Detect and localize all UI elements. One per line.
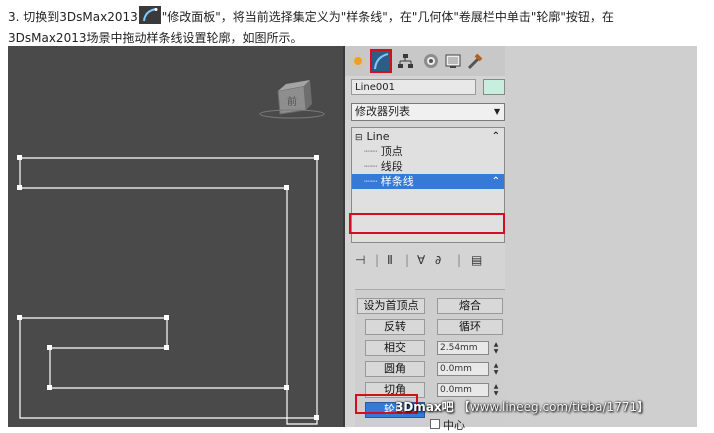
watermark: 3Dmax吧 【www.lineeg.com/tieba/1771】 [395, 398, 649, 415]
spinner-arrows-icon[interactable]: ▲ ▼ [492, 383, 500, 397]
motion-tab-icon[interactable] [422, 51, 440, 71]
tree-line-icon: ┈┈ [364, 175, 378, 188]
watermark-url: 【www.lineeg.com/tieba/1771】 [457, 400, 650, 414]
make-first-vertex-button[interactable]: 设为首顶点 [357, 298, 425, 314]
stack-item-line[interactable]: ⊟ Line ⌃ [352, 129, 504, 144]
fuse-button[interactable]: 熔合 [437, 298, 503, 314]
command-panel-tabs [345, 46, 505, 76]
tree-line-icon: ┈┈ [364, 160, 378, 173]
stack-item-spline[interactable]: ┈┈ 样条线 ⌃ [352, 174, 504, 189]
hierarchy-tab-icon[interactable] [396, 51, 414, 71]
make-unique-icon[interactable]: ∀ [417, 253, 425, 267]
pin-stack-indicator-icon: ⌃ [491, 131, 500, 142]
stack-item-spline-label: 样条线 [380, 175, 414, 188]
center-checkbox-row[interactable]: 中心 [430, 417, 465, 433]
cycle-button[interactable]: 循环 [437, 319, 503, 335]
spline-selection-highlight [349, 213, 505, 234]
separator-icon: | [375, 253, 380, 267]
separator-icon: | [405, 253, 410, 267]
chevron-down-icon: ▼ [494, 107, 501, 116]
instruction-part2: "修改面板"，将当前选择集定义为"样条线"，在"几何体"卷展栏中单击"轮廓"按钮… [161, 10, 614, 24]
intersect-button[interactable]: 相交 [365, 340, 425, 356]
separator-icon: | [457, 253, 462, 267]
chamfer-spinner[interactable]: 0.0mm [437, 383, 489, 397]
command-panel: Line001 修改器列表 ▼ ⊟ Line ⌃ ┈┈ 顶点 ┈┈ 线段 ┈┈ 样… [345, 46, 505, 427]
max-screenshot: 前 Line001 修改器列表 ▼ ⊟ Line ⌃ ┈┈ 顶点 ┈┈ 线段 ┈… [8, 46, 697, 427]
instruction-text: 3. 切换到3DsMax2013 "修改面板"，将当前选择集定义为"样条线"，在"… [8, 6, 708, 49]
modify-tab-icon[interactable] [370, 49, 392, 73]
fillet-button[interactable]: 圆角 [365, 361, 425, 377]
reverse-button[interactable]: 反转 [365, 319, 425, 335]
tree-line-icon: ┈┈ [364, 145, 378, 158]
modifier-list-dropdown[interactable]: 修改器列表 ▼ [351, 103, 505, 121]
utilities-tab-icon[interactable] [466, 51, 484, 71]
viewcube-label: 前 [287, 95, 297, 108]
center-checkbox-label: 中心 [443, 419, 465, 432]
modifier-list-label: 修改器列表 [355, 105, 410, 118]
spline-outline-inner [19, 318, 317, 419]
fillet-spinner[interactable]: 0.0mm [437, 362, 489, 376]
remove-modifier-icon[interactable]: ∂ [435, 253, 441, 267]
stack-item-vertex[interactable]: ┈┈ 顶点 [352, 144, 504, 159]
instruction-part1: 3. 切换到3DsMax2013 [8, 10, 138, 24]
instruction-line2: 3DsMax2013场景中拖动样条线设置轮廓，如图所示。 [8, 31, 303, 45]
object-name-field[interactable]: Line001 [351, 79, 476, 95]
intersect-spinner[interactable]: 2.54mm [437, 341, 489, 355]
active-level-indicator-icon: ⌃ [491, 176, 500, 187]
stack-item-vertex-label: 顶点 [380, 145, 403, 158]
display-tab-icon[interactable] [444, 51, 462, 71]
viewport-canvas: 前 [17, 80, 325, 425]
watermark-brand: 3Dmax吧 [395, 400, 454, 414]
center-checkbox[interactable] [430, 419, 440, 429]
spinner-arrows-icon[interactable]: ▲ ▼ [492, 341, 500, 355]
pin-stack-icon[interactable]: ⊣ [355, 253, 365, 267]
stack-item-segment[interactable]: ┈┈ 线段 [352, 159, 504, 174]
stack-toolbar: ⊣ | Ⅱ | ∀ ∂ | ▤ [351, 251, 505, 271]
spinner-arrows-icon[interactable]: ▲ ▼ [492, 362, 500, 376]
create-tab-icon[interactable] [349, 51, 367, 71]
front-viewport[interactable]: 前 [8, 46, 345, 427]
configure-modifier-sets-icon[interactable]: ▤ [471, 253, 482, 267]
stack-item-line-label: Line [366, 130, 390, 143]
spline-outline-lower [20, 317, 287, 389]
spline-outline-upper [19, 157, 318, 425]
object-color-swatch[interactable] [483, 79, 505, 95]
collapse-toggle-icon[interactable]: ⊟ [352, 133, 367, 143]
viewcube[interactable]: 前 [259, 80, 325, 119]
modify-panel-icon [138, 6, 161, 24]
stack-item-segment-label: 线段 [380, 160, 403, 173]
show-end-result-icon[interactable]: Ⅱ [387, 253, 393, 267]
